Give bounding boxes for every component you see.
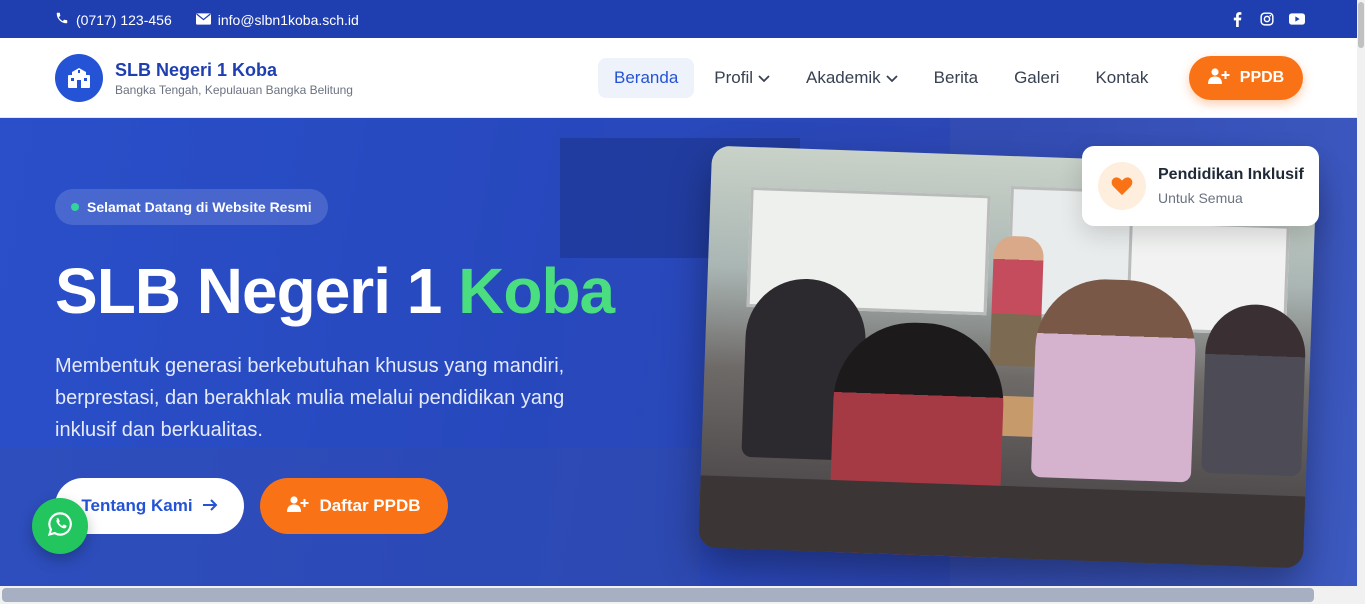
- vertical-scrollbar-thumb[interactable]: [1358, 2, 1364, 48]
- hero-description: Membentuk generasi berkebutuhan khusus y…: [55, 355, 565, 441]
- nav-item-label: Kontak: [1095, 68, 1149, 87]
- welcome-badge-text: Selamat Datang di Website Resmi: [87, 199, 312, 215]
- welcome-badge: Selamat Datang di Website Resmi: [55, 189, 328, 225]
- nav-item-label: Beranda: [614, 68, 679, 87]
- nav-item-beranda[interactable]: Beranda: [598, 58, 695, 98]
- brand-text: SLB Negeri 1 Koba Bangka Tengah, Kepulau…: [115, 60, 353, 97]
- horizontal-scrollbar-thumb[interactable]: [2, 588, 1314, 602]
- contact-info: (0717) 123-456 info@slbn1koba.sch.id: [55, 11, 359, 28]
- chevron-down-icon: [758, 68, 770, 88]
- hero-title-main: SLB Negeri 1: [55, 255, 442, 327]
- phone-icon: [55, 11, 69, 28]
- hero-title: SLB Negeri 1 Koba: [55, 254, 615, 328]
- nav-item-berita[interactable]: Berita: [918, 58, 994, 98]
- horizontal-scrollbar[interactable]: [0, 586, 1357, 604]
- nav-item-label: Galeri: [1014, 68, 1060, 87]
- phone-number: (0717) 123-456: [76, 11, 172, 28]
- inclusive-education-card: Pendidikan Inklusif Untuk Semua: [1082, 146, 1319, 226]
- register-ppdb-button-label: Daftar PPDB: [319, 496, 421, 515]
- hero-title-accent: Koba: [458, 255, 615, 327]
- chevron-down-icon: [886, 68, 898, 88]
- nav-item-label: Berita: [933, 68, 979, 87]
- heart-icon: [1098, 162, 1146, 210]
- ppdb-button-label: PPDB: [1239, 69, 1285, 86]
- brand-name: SLB Negeri 1 Koba: [115, 59, 278, 80]
- about-button-label: Tentang Kami: [81, 496, 193, 515]
- user-plus-icon: [1207, 67, 1230, 89]
- nav-item-galeri[interactable]: Galeri: [998, 58, 1075, 98]
- nav-item-label: Akademik: [806, 68, 881, 87]
- envelope-icon: [195, 12, 211, 28]
- whatsapp-button[interactable]: [32, 498, 88, 554]
- main-navbar: SLB Negeri 1 Koba Bangka Tengah, Kepulau…: [0, 38, 1357, 118]
- arrow-right-icon: [202, 496, 218, 516]
- phone-contact[interactable]: (0717) 123-456: [55, 11, 172, 28]
- nav-item-profil[interactable]: Profil: [698, 58, 786, 98]
- vertical-scrollbar[interactable]: [1357, 0, 1365, 604]
- nav-item-label: Profil: [714, 68, 754, 87]
- register-ppdb-button[interactable]: Daftar PPDB: [260, 478, 448, 534]
- card-subtitle: Untuk Semua: [1158, 190, 1243, 206]
- facebook-icon[interactable]: [1229, 11, 1245, 27]
- user-plus-icon: [287, 495, 309, 517]
- brand[interactable]: SLB Negeri 1 Koba Bangka Tengah, Kepulau…: [55, 54, 353, 102]
- whatsapp-icon: [47, 511, 73, 542]
- email-address: info@slbn1koba.sch.id: [217, 11, 359, 28]
- nav-item-akademik[interactable]: Akademik: [790, 58, 914, 98]
- email-contact[interactable]: info@slbn1koba.sch.id: [195, 11, 359, 28]
- social-links: [1229, 11, 1305, 27]
- hero-section: Selamat Datang di Website Resmi SLB Nege…: [0, 118, 1357, 586]
- nav-item-kontak[interactable]: Kontak: [1079, 58, 1164, 98]
- top-bar: (0717) 123-456 info@slbn1koba.sch.id: [0, 0, 1357, 38]
- card-title: Pendidikan Inklusif: [1158, 166, 1304, 183]
- brand-subtitle: Bangka Tengah, Kepulauan Bangka Belitung: [115, 82, 353, 97]
- school-logo-icon: [55, 54, 103, 102]
- youtube-icon[interactable]: [1289, 11, 1305, 27]
- nav-menu: Beranda Profil Akademik Berita Galeri Ko…: [598, 58, 1168, 98]
- ppdb-button[interactable]: PPDB: [1189, 56, 1303, 100]
- instagram-icon[interactable]: [1259, 11, 1275, 27]
- status-dot: [71, 203, 79, 211]
